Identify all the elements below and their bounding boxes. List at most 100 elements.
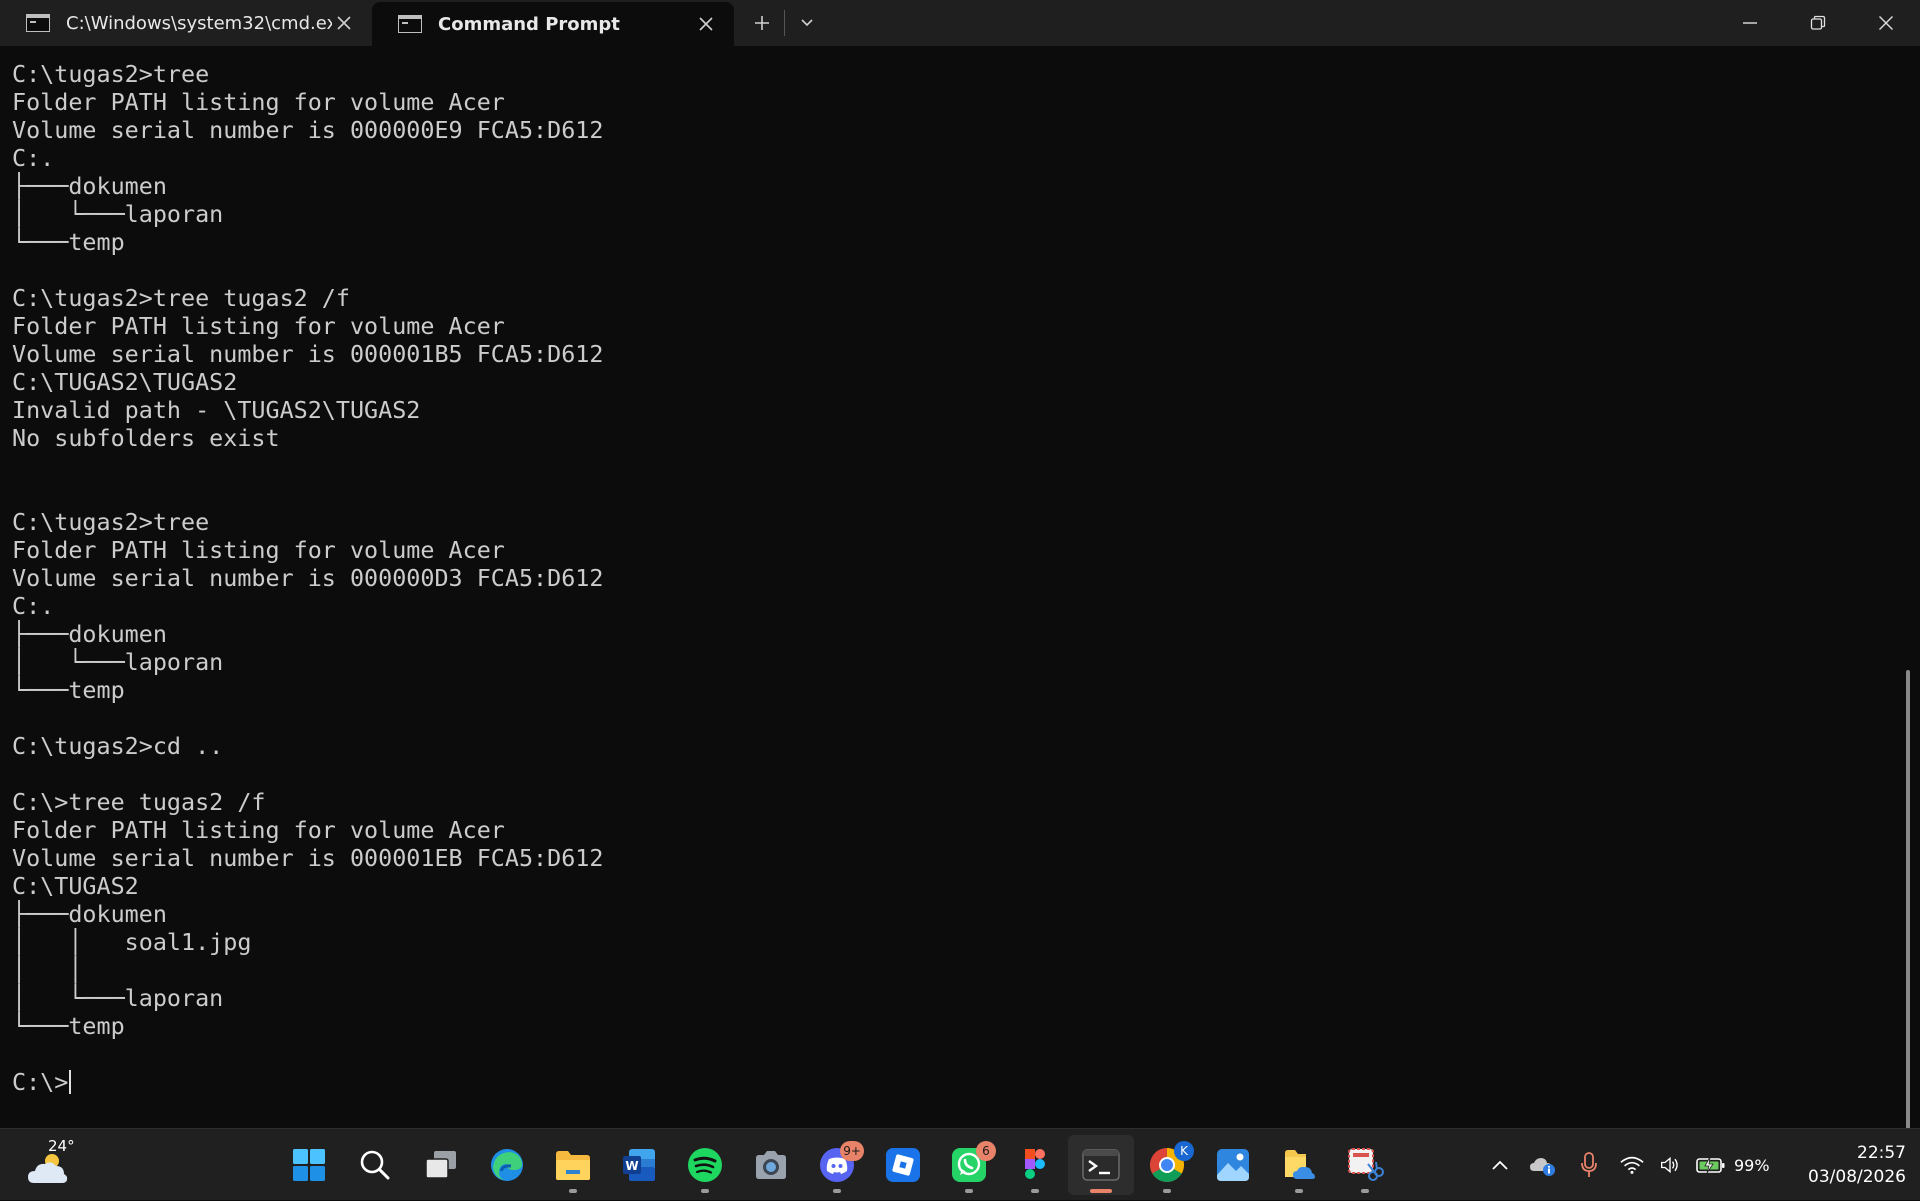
console-line: Volume serial number is 000001EB FCA5:D6… bbox=[12, 844, 604, 872]
chevron-up-icon bbox=[1492, 1160, 1508, 1170]
close-icon[interactable] bbox=[332, 11, 356, 35]
console-line: Folder PATH listing for volume Acer bbox=[12, 312, 505, 340]
tab-cmd-exe[interactable]: C:\Windows\system32\cmd.ex bbox=[0, 0, 372, 46]
start-button[interactable] bbox=[276, 1135, 342, 1195]
console-line: └───temp bbox=[12, 228, 125, 256]
console-line: Folder PATH listing for volume Acer bbox=[12, 88, 505, 116]
photos-icon bbox=[1217, 1149, 1249, 1181]
speaker-icon bbox=[1661, 1156, 1678, 1174]
close-icon[interactable] bbox=[694, 12, 718, 36]
discord-button[interactable]: 9+ bbox=[804, 1135, 870, 1195]
running-indicator bbox=[965, 1189, 973, 1193]
terminal-icon bbox=[398, 15, 422, 33]
search-icon bbox=[360, 1150, 390, 1180]
figma-icon bbox=[1025, 1149, 1045, 1179]
running-indicator bbox=[701, 1189, 709, 1193]
new-tab-button[interactable] bbox=[740, 0, 784, 46]
cloud-icon bbox=[28, 1154, 68, 1183]
console-line: │ │ soal1.jpg bbox=[12, 928, 252, 956]
console-line: │ └───laporan bbox=[12, 984, 224, 1012]
scrollbar[interactable] bbox=[1906, 670, 1910, 1128]
roblox-button[interactable] bbox=[870, 1135, 936, 1195]
volume-button[interactable] bbox=[1652, 1129, 1688, 1201]
profile-badge: K bbox=[1174, 1141, 1194, 1161]
console-line: └───temp bbox=[12, 1012, 125, 1040]
clock-date: 03/08/2026 bbox=[1808, 1167, 1906, 1187]
notification-badge: 9+ bbox=[840, 1141, 864, 1161]
word-icon: W bbox=[623, 1149, 655, 1181]
snipping-tool-button[interactable] bbox=[1332, 1135, 1398, 1195]
console-line: C:\>tree tugas2 /f bbox=[12, 788, 266, 816]
camera-button[interactable] bbox=[738, 1135, 804, 1195]
console-line: C:. bbox=[12, 592, 55, 620]
running-indicator bbox=[1295, 1189, 1303, 1193]
running-indicator bbox=[1031, 1189, 1039, 1193]
restore-icon bbox=[1810, 15, 1826, 30]
console-line: C:\tugas2>tree tugas2 /f bbox=[12, 284, 350, 312]
console-line: ├───dokumen bbox=[12, 900, 167, 928]
search-button[interactable] bbox=[342, 1135, 408, 1195]
console-line: C:\tugas2>tree bbox=[12, 508, 210, 536]
clock[interactable]: 22:57 03/08/2026 bbox=[1780, 1141, 1906, 1189]
microphone-button[interactable] bbox=[1566, 1129, 1612, 1201]
onedrive-icon bbox=[1530, 1158, 1555, 1176]
tab-dropdown-button[interactable] bbox=[785, 0, 829, 46]
taskbar-apps: W 9+ 6 K bbox=[276, 1135, 1398, 1195]
terminal-icon bbox=[26, 14, 50, 32]
taskbar: 24° W 9+ 6 K 99% 22:57 03/08/2026 bbox=[0, 1128, 1920, 1200]
task-view-button[interactable] bbox=[408, 1135, 474, 1195]
figma-button[interactable] bbox=[1002, 1135, 1068, 1195]
title-bar: C:\Windows\system32\cmd.ex Command Promp… bbox=[0, 0, 1920, 46]
console-line: C:\TUGAS2\TUGAS2 bbox=[12, 368, 238, 396]
close-window-button[interactable] bbox=[1852, 0, 1920, 46]
running-indicator bbox=[569, 1189, 577, 1193]
terminal-button[interactable] bbox=[1068, 1135, 1134, 1195]
onedrive-button[interactable] bbox=[1520, 1129, 1566, 1201]
svg-text:W: W bbox=[625, 1159, 638, 1173]
word-button[interactable]: W bbox=[606, 1135, 672, 1195]
text-cursor bbox=[69, 1070, 72, 1094]
console-output[interactable]: C:\tugas2>tree Folder PATH listing for vo… bbox=[0, 46, 1920, 1128]
chevron-down-icon bbox=[801, 19, 813, 27]
folder-cloud-button[interactable] bbox=[1266, 1135, 1332, 1195]
console-line: ├───dokumen bbox=[12, 620, 167, 648]
running-indicator bbox=[1361, 1189, 1369, 1193]
chrome-button[interactable]: K bbox=[1134, 1135, 1200, 1195]
tab-command-prompt[interactable]: Command Prompt bbox=[372, 2, 734, 46]
show-hidden-icons-button[interactable] bbox=[1480, 1129, 1520, 1201]
network-button[interactable] bbox=[1612, 1129, 1652, 1201]
console-line: ├───dokumen bbox=[12, 172, 167, 200]
console-text: C:\tugas2>tree Folder PATH listing for vo… bbox=[12, 60, 1920, 1068]
console-line: Volume serial number is 000000D3 FCA5:D6… bbox=[12, 564, 604, 592]
weather-widget[interactable]: 24° bbox=[26, 1137, 86, 1193]
window-controls bbox=[1716, 0, 1920, 46]
whatsapp-button[interactable]: 6 bbox=[936, 1135, 1002, 1195]
battery-button[interactable]: 99% bbox=[1688, 1129, 1778, 1201]
console-line: No subfolders exist bbox=[12, 424, 280, 452]
task-view-icon bbox=[425, 1151, 456, 1179]
spotify-button[interactable] bbox=[672, 1135, 738, 1195]
minimize-button[interactable] bbox=[1716, 0, 1784, 46]
weather-temperature: 24° bbox=[48, 1137, 75, 1155]
roblox-icon bbox=[886, 1148, 920, 1182]
console-line: C:\tugas2>cd .. bbox=[12, 732, 224, 760]
console-line: Volume serial number is 000001B5 FCA5:D6… bbox=[12, 340, 604, 368]
console-line: Invalid path - \TUGAS2\TUGAS2 bbox=[12, 396, 421, 424]
console-line: │ │ bbox=[12, 956, 83, 984]
console-line: Folder PATH listing for volume Acer bbox=[12, 816, 505, 844]
running-indicator bbox=[1163, 1189, 1171, 1193]
console-line: │ └───laporan bbox=[12, 200, 224, 228]
console-line: │ └───laporan bbox=[12, 648, 224, 676]
camera-icon bbox=[756, 1151, 786, 1179]
file-explorer-button[interactable] bbox=[540, 1135, 606, 1195]
maximize-button[interactable] bbox=[1784, 0, 1852, 46]
microphone-icon bbox=[1581, 1152, 1597, 1177]
edge-button[interactable] bbox=[474, 1135, 540, 1195]
console-line: Folder PATH listing for volume Acer bbox=[12, 536, 505, 564]
photos-button[interactable] bbox=[1200, 1135, 1266, 1195]
